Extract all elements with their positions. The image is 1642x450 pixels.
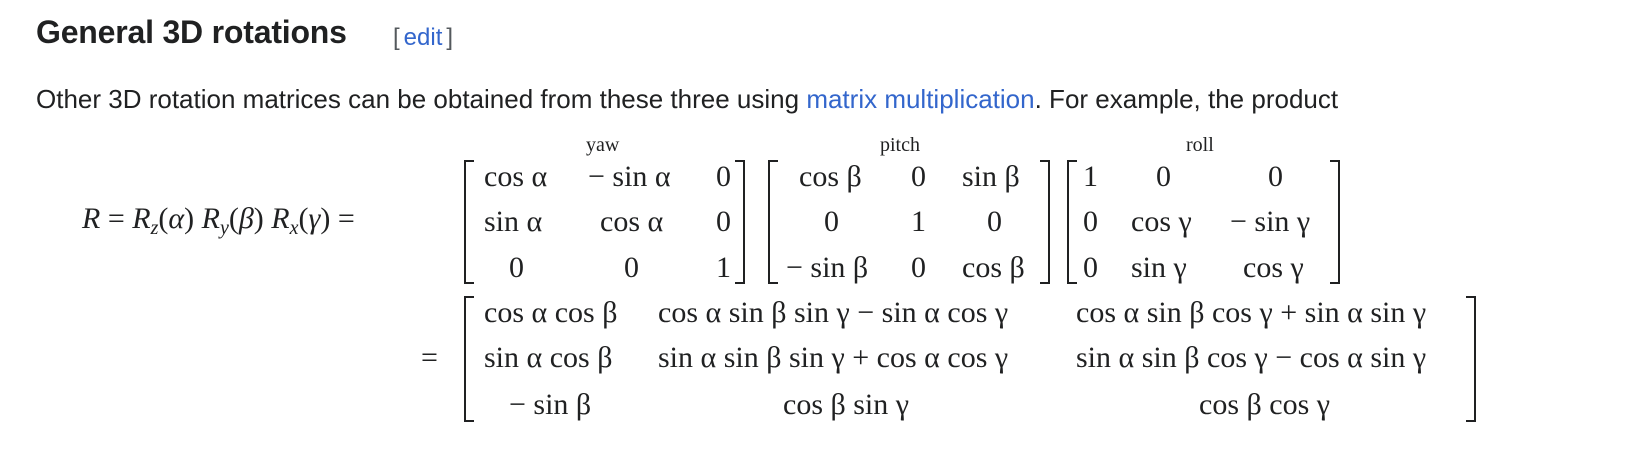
roll-cell-1-2: − sin γ bbox=[1230, 205, 1311, 238]
pitch-cell-0-0: cos β bbox=[799, 160, 862, 193]
roll-cell-0-1: 0 bbox=[1156, 160, 1171, 193]
pitch-cell-1-2: 0 bbox=[987, 205, 1002, 238]
result-cell-2-2: cos β cos γ bbox=[1199, 388, 1331, 421]
matrix-multiplication-link[interactable]: matrix multiplication bbox=[806, 84, 1034, 114]
edit-bracket-open: [ bbox=[393, 24, 400, 51]
edit-link[interactable]: edit bbox=[404, 24, 443, 51]
roll-cell-0-0: 1 bbox=[1083, 160, 1098, 193]
yaw-cell-2-1: 0 bbox=[624, 251, 639, 284]
paragraph-text-start: Other 3D rotation matrices can be obtain… bbox=[36, 84, 807, 114]
pitch-cell-2-1: 0 bbox=[911, 251, 926, 284]
yaw-label: yaw bbox=[586, 134, 620, 156]
result-cell-2-0: − sin β bbox=[509, 388, 592, 421]
result-cell-0-0: cos α cos β bbox=[484, 296, 618, 329]
pitch-cell-2-2: cos β bbox=[962, 251, 1025, 284]
roll-cell-2-1: sin γ bbox=[1131, 251, 1187, 284]
section-heading: General 3D rotations bbox=[36, 14, 347, 50]
yaw-cell-2-0: 0 bbox=[509, 251, 524, 284]
yaw-cell-1-1: cos α bbox=[600, 205, 664, 238]
paragraph-text-end: . For example, the product bbox=[1034, 84, 1339, 114]
result-cell-0-2: cos α sin β cos γ + sin α sin γ bbox=[1076, 296, 1427, 329]
result-cell-1-2: sin α sin β cos γ − cos α sin γ bbox=[1076, 341, 1427, 374]
pitch-matrix-left-bracket bbox=[768, 160, 778, 284]
pitch-matrix-right-bracket bbox=[1040, 160, 1050, 284]
roll-matrix-left-bracket bbox=[1067, 160, 1077, 284]
result-cell-0-1: cos α sin β sin γ − sin α cos γ bbox=[658, 296, 1009, 329]
yaw-matrix-right-bracket bbox=[735, 160, 745, 284]
roll-cell-1-1: cos γ bbox=[1131, 205, 1192, 238]
yaw-matrix-left-bracket bbox=[464, 160, 474, 284]
pitch-cell-0-1: 0 bbox=[911, 160, 926, 193]
result-matrix-left-bracket bbox=[464, 296, 474, 422]
pitch-cell-1-0: 0 bbox=[824, 205, 839, 238]
intro-paragraph: Other 3D rotation matrices can be obtain… bbox=[36, 84, 1338, 115]
result-matrix-right-bracket bbox=[1466, 296, 1476, 422]
edit-bracket-close: ] bbox=[446, 24, 454, 51]
yaw-cell-2-2: 1 bbox=[716, 251, 731, 284]
edit-section: [edit] bbox=[393, 24, 453, 52]
roll-matrix-right-bracket bbox=[1330, 160, 1340, 284]
yaw-cell-1-0: sin α bbox=[484, 205, 543, 238]
pitch-cell-2-0: − sin β bbox=[786, 251, 869, 284]
yaw-cell-0-0: cos α bbox=[484, 160, 548, 193]
equation-lhs: R = Rz(α) Ry(β) Rx(γ) = bbox=[82, 202, 355, 239]
result-cell-1-1: sin α sin β sin γ + cos α cos γ bbox=[658, 341, 1009, 374]
pitch-cell-0-2: sin β bbox=[962, 160, 1020, 193]
result-cell-1-0: sin α cos β bbox=[484, 341, 613, 374]
pitch-label: pitch bbox=[880, 134, 920, 156]
pitch-cell-1-1: 1 bbox=[911, 205, 926, 238]
yaw-cell-0-1: − sin α bbox=[588, 160, 671, 193]
roll-cell-1-0: 0 bbox=[1083, 205, 1098, 238]
result-equals-sign: = bbox=[421, 341, 438, 374]
roll-label: roll bbox=[1186, 134, 1214, 156]
roll-cell-0-2: 0 bbox=[1268, 160, 1283, 193]
result-cell-2-1: cos β sin γ bbox=[783, 388, 910, 421]
yaw-cell-0-2: 0 bbox=[716, 160, 731, 193]
yaw-cell-1-2: 0 bbox=[716, 205, 731, 238]
roll-cell-2-0: 0 bbox=[1083, 251, 1098, 284]
roll-cell-2-2: cos γ bbox=[1243, 251, 1304, 284]
